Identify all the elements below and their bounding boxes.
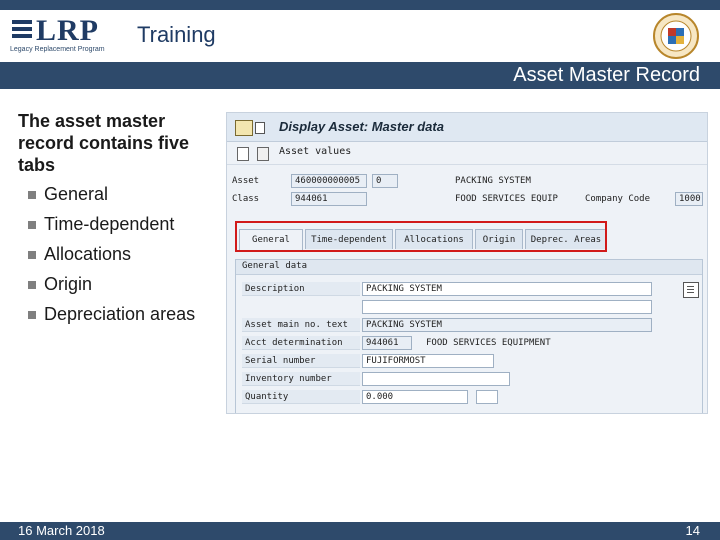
description-field-2[interactable] bbox=[362, 300, 652, 314]
sap-tab-strip: General Time-dependent Allocations Origi… bbox=[239, 229, 609, 251]
sap-window-title: Display Asset: Master data bbox=[279, 119, 444, 134]
inventory-number-field[interactable] bbox=[362, 372, 510, 386]
logo-subtitle: Legacy Replacement Program bbox=[10, 46, 105, 53]
footer-date: 16 March 2018 bbox=[18, 523, 105, 538]
slide-title-bar: Asset Master Record bbox=[0, 62, 720, 89]
group-header: General data bbox=[236, 260, 702, 275]
quantity-field[interactable]: 0.000 bbox=[362, 390, 468, 404]
list-item: Time-dependent bbox=[18, 212, 218, 236]
acct-determination-label: Acct determination bbox=[242, 336, 360, 350]
edit-document-icon[interactable] bbox=[257, 147, 269, 161]
sap-title-bar: Display Asset: Master data bbox=[227, 113, 707, 142]
list-item: Allocations bbox=[18, 242, 218, 266]
asset-number-field[interactable]: 460000000005 bbox=[291, 174, 367, 188]
tab-origin[interactable]: Origin bbox=[475, 229, 523, 249]
glasses-icon[interactable] bbox=[235, 120, 253, 136]
new-document-icon[interactable] bbox=[237, 147, 249, 161]
asset-values-button[interactable]: Asset values bbox=[279, 146, 351, 157]
quantity-label: Quantity bbox=[242, 390, 360, 404]
page-number: 14 bbox=[685, 523, 700, 538]
main-text-field[interactable]: PACKING SYSTEM bbox=[362, 318, 652, 332]
list-item: Origin bbox=[18, 272, 218, 296]
general-data-panel: General data Description PACKING SYSTEM … bbox=[235, 259, 703, 413]
class-field[interactable]: 944061 bbox=[291, 192, 367, 206]
tab-allocations[interactable]: Allocations bbox=[395, 229, 473, 249]
tab-general[interactable]: General bbox=[239, 229, 303, 251]
tab-list: General Time-dependent Allocations Origi… bbox=[18, 182, 218, 326]
list-item: General bbox=[18, 182, 218, 206]
long-text-icon[interactable] bbox=[683, 282, 699, 298]
class-description: FOOD SERVICES EQUIP bbox=[455, 194, 558, 204]
group-title: General data bbox=[242, 261, 308, 271]
tab-deprec-areas[interactable]: Deprec. Areas bbox=[525, 229, 607, 249]
serial-number-field[interactable]: FUJIFORMOST bbox=[362, 354, 494, 368]
footer-bar: 16 March 2018 14 bbox=[0, 522, 720, 540]
logo-bars-icon bbox=[12, 20, 32, 38]
main-text-label: Asset main no. text bbox=[242, 318, 360, 332]
document-icon[interactable] bbox=[255, 122, 265, 134]
asset-subnumber-field[interactable]: 0 bbox=[372, 174, 398, 188]
sap-toolbar: Asset values bbox=[227, 142, 707, 165]
unit-field[interactable] bbox=[476, 390, 498, 404]
class-label: Class bbox=[232, 194, 260, 204]
top-accent-bar bbox=[0, 0, 720, 10]
logo-text: LRP bbox=[36, 14, 99, 47]
asset-description: PACKING SYSTEM bbox=[455, 176, 531, 186]
serial-number-label: Serial number bbox=[242, 354, 360, 368]
slide-content: The asset master record contains five ta… bbox=[18, 110, 218, 332]
sap-screenshot: Display Asset: Master data Asset values … bbox=[226, 112, 708, 414]
tab-time-dependent[interactable]: Time-dependent bbox=[305, 229, 393, 249]
section-label: Training bbox=[137, 22, 216, 47]
acct-determination-field[interactable]: 944061 bbox=[362, 336, 412, 350]
content-heading: The asset master record contains five ta… bbox=[18, 111, 190, 175]
company-code-field[interactable]: 1000 bbox=[675, 192, 703, 206]
company-code-label: Company Code bbox=[585, 194, 651, 204]
asset-label: Asset bbox=[232, 176, 260, 186]
acct-determination-text: FOOD SERVICES EQUIPMENT bbox=[426, 338, 551, 348]
lrp-logo: LRP Legacy Replacement Program bbox=[8, 12, 133, 56]
county-seal-icon bbox=[653, 13, 699, 59]
description-field[interactable]: PACKING SYSTEM bbox=[362, 282, 652, 296]
list-item: Depreciation areas bbox=[18, 302, 218, 326]
slide-title: Asset Master Record bbox=[513, 64, 700, 86]
description-label: Description bbox=[242, 282, 360, 296]
inventory-number-label: Inventory number bbox=[242, 372, 360, 386]
